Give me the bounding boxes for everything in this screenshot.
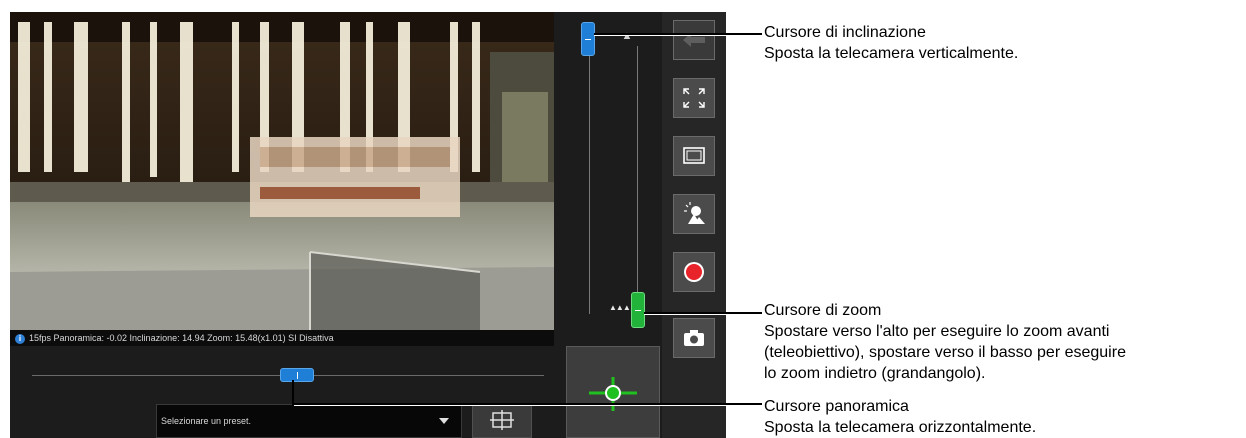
zoom-annotation-title: Cursore di zoom [764, 302, 882, 319]
status-bar: i 15fps Panoramica: -0.02 Inclinazione: 1… [10, 330, 554, 346]
backlight-icon [684, 202, 705, 224]
camera-icon [684, 330, 704, 346]
tilt-leader-line-highlight [594, 35, 754, 36]
zoom-leader-line-highlight [644, 314, 754, 315]
zoom-annotation: Cursore di zoom Spostare verso l'alto pe… [764, 300, 1126, 384]
preset-select[interactable]: Selezionare un preset. [156, 404, 462, 438]
status-text: 15fps Panoramica: -0.02 Inclinazione: 14… [29, 333, 334, 343]
record-button[interactable] [673, 252, 715, 292]
pan-leader-vertical [292, 380, 294, 405]
back-button[interactable] [673, 20, 715, 60]
screen-size-icon [683, 147, 705, 164]
right-toolbar [662, 12, 726, 438]
zoom-slider-track[interactable] [637, 46, 638, 316]
tilt-annotation-title: Cursore di inclinazione [764, 24, 926, 41]
camera-viewer-panel: i 15fps Panoramica: -0.02 Inclinazione: 1… [10, 12, 726, 438]
tilt-slider-track[interactable] [589, 44, 590, 314]
snapshot-button[interactable] [673, 318, 715, 358]
tilt-annotation: Cursore di inclinazione Sposta la teleca… [764, 22, 1018, 64]
chevron-down-icon [439, 418, 449, 424]
pan-slider-handle[interactable] [280, 368, 314, 382]
preset-selected-value: Selezionare un preset. [161, 416, 252, 426]
zoom-tele-icon: ▲ [621, 30, 633, 42]
pan-annotation-desc: Sposta la telecamera orizzontalmente. [764, 419, 1037, 436]
zoom-annotation-line3: lo zoom indietro (grandangolo). [764, 365, 986, 382]
fullscreen-button[interactable] [673, 78, 715, 118]
screen-size-button[interactable] [673, 136, 715, 176]
pan-annotation-title: Cursore panoramica [764, 398, 909, 415]
zoom-annotation-line2: (teleobiettivo), spostare verso il basso… [764, 344, 1126, 361]
camera-image [10, 12, 554, 330]
pan-leader-line-highlight [294, 405, 754, 406]
tilt-annotation-desc: Sposta la telecamera verticalmente. [764, 45, 1019, 62]
preset-grid-button[interactable] [472, 404, 532, 438]
crosshair-icon [589, 377, 637, 411]
live-video[interactable] [10, 12, 554, 330]
record-icon [684, 262, 704, 282]
preset-grid-icon [490, 410, 514, 430]
pan-annotation: Cursore panoramica Sposta la telecamera … [764, 396, 1036, 438]
tilt-slider-handle[interactable] [581, 22, 595, 56]
zoom-wide-icon: ▲▲▲ [609, 303, 631, 312]
info-icon: i [15, 333, 25, 344]
backlight-button[interactable] [673, 194, 715, 234]
zoom-slider-handle[interactable] [631, 292, 645, 328]
ptz-control-pad[interactable] [566, 346, 660, 438]
fullscreen-icon [683, 88, 705, 108]
zoom-annotation-line1: Spostare verso l'alto per eseguire lo zo… [764, 323, 1110, 340]
